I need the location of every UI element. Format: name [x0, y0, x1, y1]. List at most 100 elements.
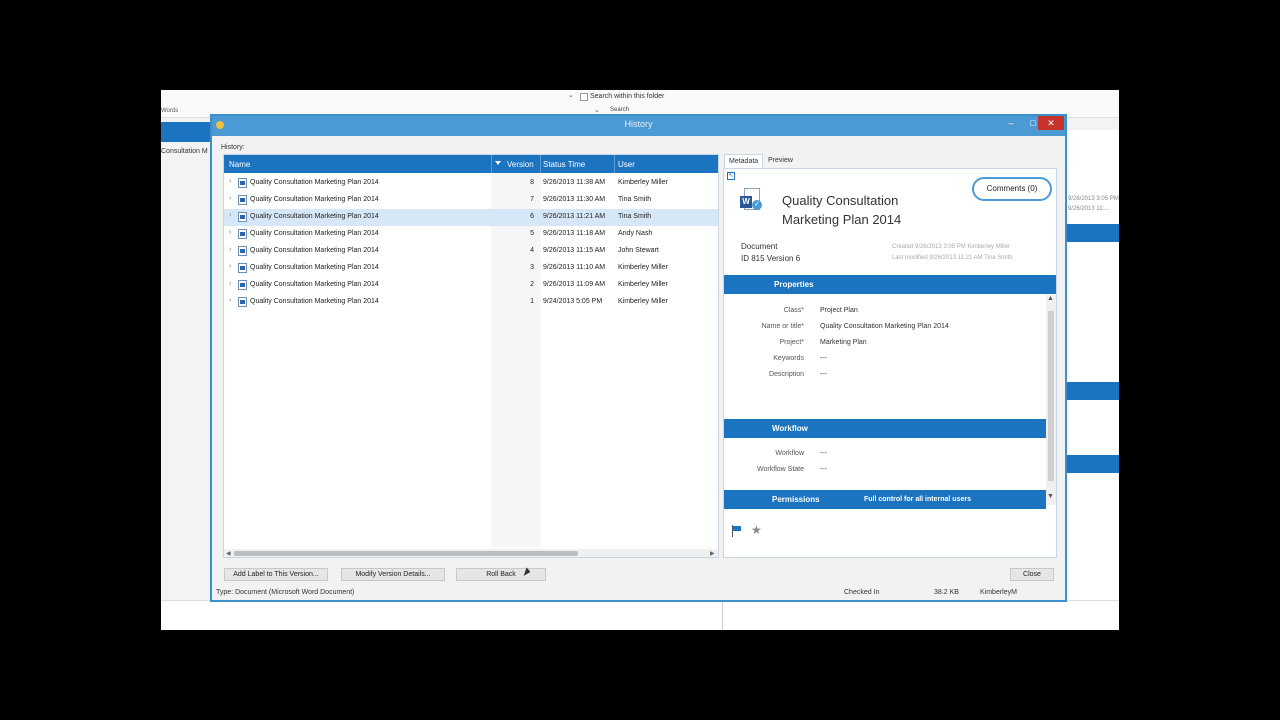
- dialog-title: History: [624, 119, 653, 129]
- table-row[interactable]: › Quality Consultation Marketing Plan 201…: [224, 209, 718, 226]
- property-row: Workflow ---: [724, 450, 1044, 464]
- document-type: Document: [741, 242, 778, 251]
- permissions-title: Permissions: [772, 495, 820, 504]
- property-value[interactable]: ---: [820, 450, 827, 457]
- row-user: Tina Smith: [618, 196, 652, 203]
- column-name[interactable]: Name: [229, 160, 250, 169]
- property-value[interactable]: Marketing Plan: [820, 339, 867, 346]
- background-search-button[interactable]: Search: [610, 107, 629, 113]
- vertical-scrollbar[interactable]: ▲ ▼: [1046, 295, 1056, 505]
- property-row: Class* Project Plan: [724, 307, 1044, 321]
- property-label: Workflow State: [757, 466, 804, 473]
- modify-version-button[interactable]: Modify Version Details...: [341, 568, 445, 581]
- expand-icon[interactable]: ›: [229, 280, 231, 287]
- workflow-title: Workflow: [772, 424, 808, 433]
- table-row[interactable]: › Quality Consultation Marketing Plan 201…: [224, 294, 718, 311]
- properties-title: Properties: [774, 280, 814, 289]
- row-user: Tina Smith: [618, 213, 652, 220]
- property-row: Project* Marketing Plan: [724, 339, 1044, 353]
- row-name: Quality Consultation Marketing Plan 2014: [250, 179, 379, 186]
- divider: [540, 155, 541, 173]
- list-header: Name Version Status Time User: [224, 155, 718, 173]
- document-title: Quality Consultation Marketing Plan 2014: [782, 193, 902, 227]
- status-checked-in: Checked In: [844, 589, 880, 596]
- close-button[interactable]: Close: [1010, 568, 1054, 581]
- tab-metadata[interactable]: Metadata: [724, 154, 764, 168]
- history-dialog: History – □ ✕ History: Name Version Stat…: [210, 114, 1067, 602]
- background-right-header: [1066, 224, 1119, 242]
- scrollbar-thumb[interactable]: [1048, 311, 1054, 481]
- row-user: Kimberley Miller: [618, 179, 668, 186]
- table-row[interactable]: › Quality Consultation Marketing Plan 201…: [224, 175, 718, 192]
- row-status-time: 9/26/2013 11:15 AM: [543, 247, 606, 254]
- property-value[interactable]: Quality Consultation Marketing Plan 2014: [820, 323, 949, 330]
- search-within-label: Search within this folder: [590, 93, 665, 100]
- property-label: Class*: [783, 307, 804, 314]
- expand-icon[interactable]: ›: [229, 263, 231, 270]
- property-value[interactable]: ---: [820, 466, 827, 473]
- roll-back-button[interactable]: Roll Back: [456, 568, 546, 581]
- column-user[interactable]: User: [618, 160, 635, 169]
- close-window-button[interactable]: ✕: [1038, 116, 1064, 130]
- property-row: Name or title* Quality Consultation Marke…: [724, 323, 1044, 337]
- expand-icon[interactable]: ›: [229, 212, 231, 219]
- document-icon: [238, 178, 247, 188]
- property-label: Workflow: [775, 450, 804, 457]
- row-user: Kimberley Miller: [618, 298, 668, 305]
- workflow-header[interactable]: Workflow: [724, 419, 1046, 438]
- chevron-down-icon[interactable]: ⌄: [568, 91, 574, 99]
- chevron-down-icon[interactable]: ⌄: [594, 106, 600, 114]
- row-version: 7: [530, 196, 534, 203]
- table-row[interactable]: › Quality Consultation Marketing Plan 201…: [224, 277, 718, 294]
- expand-icon[interactable]: ›: [229, 178, 231, 185]
- property-value[interactable]: ---: [820, 371, 827, 378]
- table-row[interactable]: › Quality Consultation Marketing Plan 201…: [224, 243, 718, 260]
- search-within-checkbox[interactable]: [580, 93, 588, 101]
- background-left-label: Consultation M: [161, 148, 208, 155]
- table-row[interactable]: › Quality Consultation Marketing Plan 201…: [224, 260, 718, 277]
- column-status-time[interactable]: Status Time: [543, 160, 585, 169]
- scroll-up-icon[interactable]: ▲: [1047, 295, 1054, 302]
- comments-button[interactable]: Comments (0): [972, 177, 1052, 201]
- row-name: Quality Consultation Marketing Plan 2014: [250, 247, 379, 254]
- tab-preview[interactable]: Preview: [764, 154, 797, 168]
- expand-icon[interactable]: ›: [229, 297, 231, 304]
- status-type: Type: Document (Microsoft Word Document): [216, 589, 355, 596]
- background-right-line: 9/26/2013 11:...: [1068, 206, 1110, 212]
- horizontal-scrollbar[interactable]: ◀ ▶: [224, 549, 718, 557]
- row-version: 3: [530, 264, 534, 271]
- add-label-button[interactable]: Add Label to This Version...: [224, 568, 328, 581]
- scroll-left-icon[interactable]: ◀: [226, 550, 231, 557]
- table-row[interactable]: › Quality Consultation Marketing Plan 201…: [224, 192, 718, 209]
- status-user: KimberleyM: [980, 589, 1017, 596]
- title-bar[interactable]: History – □ ✕: [212, 116, 1065, 136]
- row-user: Kimberley Miller: [618, 264, 668, 271]
- row-status-time: 9/26/2013 11:09 AM: [543, 281, 606, 288]
- permissions-header[interactable]: Permissions Full control for all interna…: [724, 490, 1046, 509]
- row-name: Quality Consultation Marketing Plan 2014: [250, 281, 379, 288]
- properties-header[interactable]: Properties: [724, 275, 1056, 294]
- expand-icon[interactable]: ›: [229, 229, 231, 236]
- pin-icon[interactable]: ↖: [727, 172, 735, 180]
- status-size: 38.2 KB: [934, 589, 959, 596]
- scroll-down-icon[interactable]: ▼: [1047, 493, 1054, 500]
- column-version[interactable]: Version: [507, 160, 534, 169]
- row-version: 1: [530, 298, 534, 305]
- table-row[interactable]: › Quality Consultation Marketing Plan 201…: [224, 226, 718, 243]
- checked-in-icon: ✓: [752, 200, 762, 210]
- property-label: Description: [768, 371, 804, 378]
- document-icon: [238, 297, 247, 307]
- minimize-button[interactable]: –: [1000, 116, 1022, 130]
- row-name: Quality Consultation Marketing Plan 2014: [250, 264, 379, 271]
- scrollbar-thumb[interactable]: [234, 551, 578, 556]
- flag-icon[interactable]: [731, 525, 743, 537]
- property-row: Description ---: [724, 371, 1044, 385]
- expand-icon[interactable]: ›: [229, 246, 231, 253]
- row-status-time: 9/26/2013 11:38 AM: [543, 179, 606, 186]
- property-value[interactable]: ---: [820, 355, 827, 362]
- star-icon[interactable]: ★: [751, 523, 762, 537]
- row-name: Quality Consultation Marketing Plan 2014: [250, 230, 379, 237]
- property-value[interactable]: Project Plan: [820, 307, 858, 314]
- scroll-right-icon[interactable]: ▶: [710, 550, 715, 557]
- expand-icon[interactable]: ›: [229, 195, 231, 202]
